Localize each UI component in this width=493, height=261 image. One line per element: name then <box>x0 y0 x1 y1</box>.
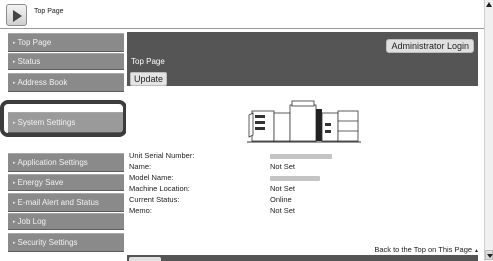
address-bar: Top Page <box>0 0 493 29</box>
info-row-serial: Unit Serial Number: <box>129 151 469 162</box>
footer-band <box>127 255 478 261</box>
sidebar-item-label: Status <box>17 57 41 66</box>
sidebar-item-label: Address Book <box>17 78 68 87</box>
sidebar-item-label: Application Settings <box>17 158 88 167</box>
sidebar-item-label: Job Log <box>17 217 46 226</box>
info-row-model: Model Name: <box>129 173 469 184</box>
chevron-right-icon: ▸ <box>13 179 16 186</box>
vertical-scrollbar[interactable] <box>484 0 493 261</box>
chevron-right-icon: ▸ <box>13 58 16 65</box>
sidebar-item-label: Top Page <box>17 38 52 47</box>
info-row-location: Machine Location: Not Set <box>129 184 296 193</box>
scroll-down-icon[interactable] <box>485 250 493 260</box>
sidebar-item-application-settings[interactable]: ▸ Application Settings <box>8 153 124 172</box>
sidebar-item-security-settings[interactable]: ▸ Security Settings <box>8 233 124 252</box>
scroll-up-icon[interactable] <box>486 2 492 7</box>
sidebar: ▸ Top Page ▸ Status ▸ Address Book ▸ Sys… <box>6 30 126 261</box>
main-content: Administrator Login Top Page Update Unit… <box>126 30 482 261</box>
page-title: Top Page <box>131 57 165 66</box>
footer-tab[interactable] <box>129 257 161 261</box>
administrator-login-button[interactable]: Administrator Login <box>386 39 474 53</box>
sidebar-item-label: Energy Save <box>17 178 64 187</box>
chevron-right-icon: ▸ <box>13 239 16 246</box>
chevron-right-icon: ▸ <box>13 79 16 86</box>
highlight-callout <box>0 100 127 137</box>
sidebar-item-top-page[interactable]: ▸ Top Page <box>8 33 124 52</box>
chevron-right-icon: ▸ <box>13 199 16 206</box>
chevron-right-icon: ▸ <box>13 218 16 225</box>
model-value-redacted <box>270 173 320 182</box>
sidebar-item-label: E-mail Alert and Status <box>17 198 99 207</box>
sidebar-item-job-log[interactable]: ▸ Job Log <box>8 213 124 230</box>
info-row-memo: Memo: Not Set <box>129 206 296 215</box>
update-button[interactable]: Update <box>130 72 168 86</box>
sidebar-item-energy-save[interactable]: ▸ Energy Save <box>8 174 124 191</box>
sidebar-item-label: Security Settings <box>17 238 78 247</box>
sidebar-item-email-alert[interactable]: ▸ E-mail Alert and Status <box>8 193 124 212</box>
printer-machine-image <box>247 100 361 143</box>
chevron-right-icon: ▸ <box>13 39 16 46</box>
back-to-top-link[interactable]: Back to the Top on This Page ▲ <box>374 245 479 254</box>
sidebar-item-status[interactable]: ▸ Status <box>8 53 124 70</box>
page-tab-title: Top Page <box>34 8 64 15</box>
play-icon <box>13 10 22 22</box>
triangle-up-icon: ▲ <box>474 248 479 254</box>
chevron-right-icon: ▸ <box>13 159 16 166</box>
serial-value-redacted <box>270 151 332 160</box>
title-band: Administrator Login Top Page Update <box>127 32 478 86</box>
machine-info: Unit Serial Number: Name: Not Set Model … <box>129 151 469 217</box>
info-row-name: Name: Not Set <box>129 162 296 171</box>
sidebar-item-address-book[interactable]: ▸ Address Book <box>8 73 124 92</box>
info-row-status: Current Status: Online <box>129 195 292 204</box>
forward-button[interactable] <box>6 4 27 26</box>
